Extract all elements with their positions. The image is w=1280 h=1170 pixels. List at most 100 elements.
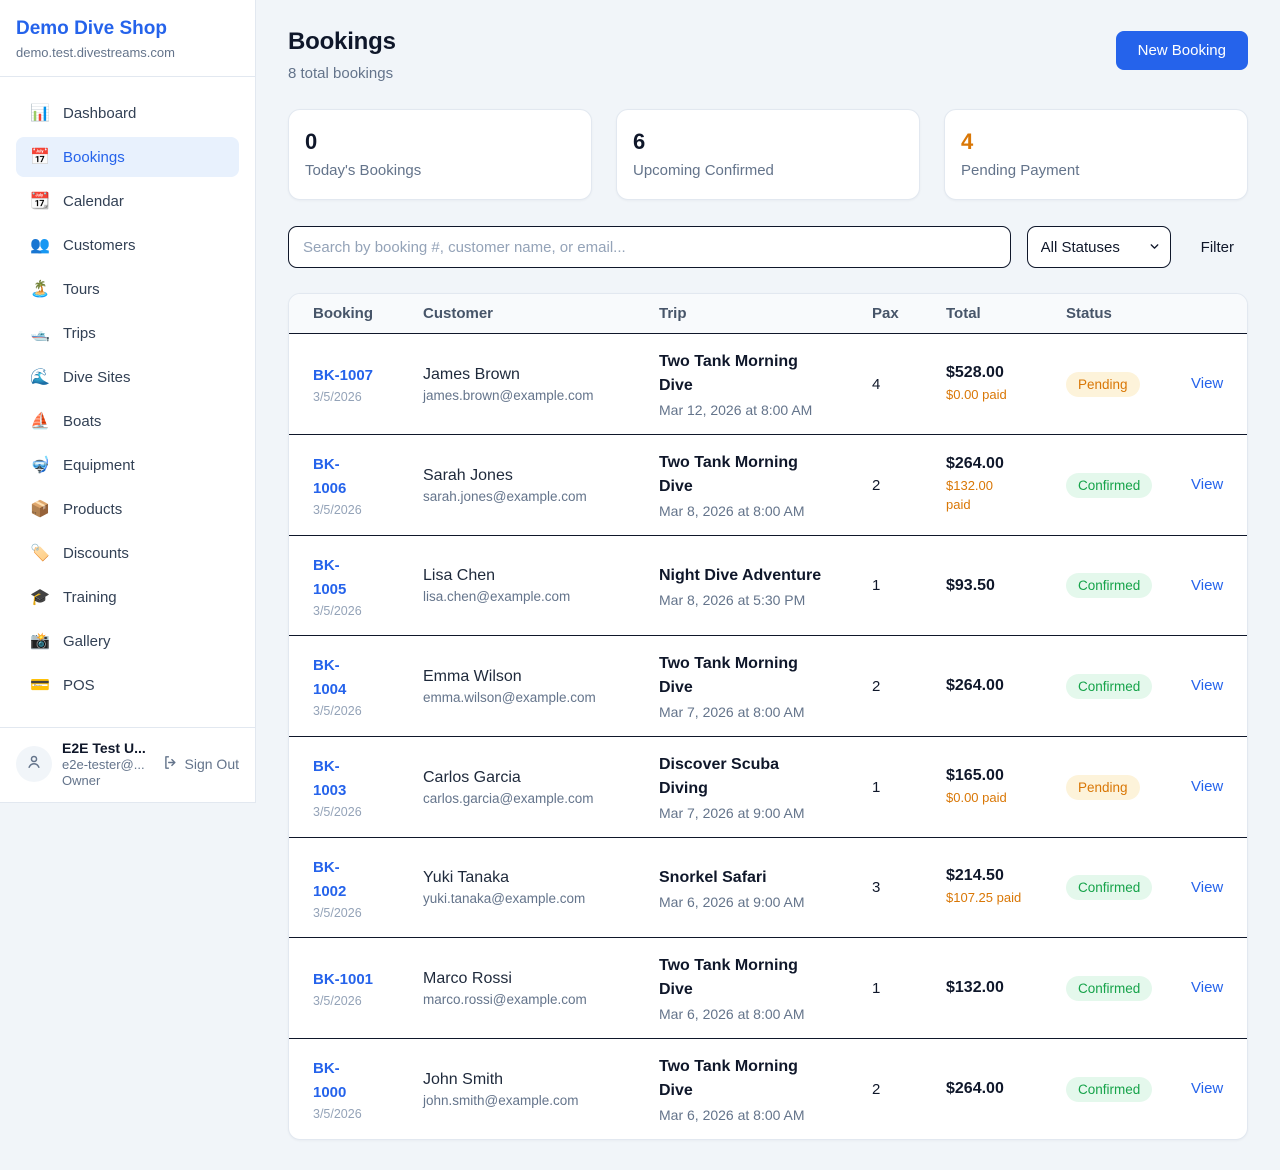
booking-id-link[interactable]: BK- 1006 (313, 456, 346, 497)
booking-id-link[interactable]: BK- 1002 (313, 859, 346, 900)
sidebar-item-customers[interactable]: 👥 Customers (16, 225, 239, 265)
status-filter-select[interactable]: All Statuses (1027, 226, 1171, 268)
column-header-status: Status (1066, 305, 1191, 322)
trip-datetime: Mar 12, 2026 at 8:00 AM (659, 402, 872, 418)
sidebar-item-pos[interactable]: 💳 POS (16, 665, 239, 705)
booking-id-link[interactable]: BK- 1004 (313, 657, 346, 698)
view-booking-link[interactable]: View (1191, 979, 1223, 996)
trip-cell: Discover Scuba Diving Mar 7, 2026 at 9:0… (659, 753, 872, 821)
total-amount: $528.00 (946, 364, 1066, 382)
total-amount: $264.00 (946, 677, 1066, 695)
booking-date: 3/5/2026 (313, 906, 423, 920)
sidebar-item-tours[interactable]: 🏝️ Tours (16, 269, 239, 309)
pos-card-icon: 💳 (30, 675, 50, 695)
customer-name: John Smith (423, 1071, 659, 1089)
view-booking-link[interactable]: View (1191, 879, 1223, 896)
total-cell: $132.00 (946, 979, 1066, 997)
view-booking-link[interactable]: View (1191, 375, 1223, 392)
view-booking-link[interactable]: View (1191, 1080, 1223, 1097)
calendar-icon: 📆 (30, 191, 50, 211)
booking-id-link[interactable]: BK- 1005 (313, 557, 346, 598)
status-cell: Confirmed (1066, 1077, 1191, 1102)
customer-cell: Lisa Chen lisa.chen@example.com (423, 567, 659, 604)
total-cell: $214.50 $107.25 paid (946, 867, 1066, 908)
total-cell: $93.50 (946, 577, 1066, 595)
main-content: Bookings 8 total bookings New Booking 0 … (256, 0, 1280, 1170)
sidebar-item-equipment[interactable]: 🤿 Equipment (16, 445, 239, 485)
table-row: BK- 1000 3/5/2026 John Smith john.smith@… (289, 1039, 1247, 1139)
view-booking-link[interactable]: View (1191, 778, 1223, 795)
pax-count: 3 (872, 879, 946, 896)
user-role: Owner (62, 773, 152, 788)
paid-amount: $107.25 paid (946, 889, 1066, 908)
booking-cell: BK- 1002 3/5/2026 (313, 856, 423, 920)
trip-datetime: Mar 8, 2026 at 8:00 AM (659, 503, 872, 519)
view-booking-link[interactable]: View (1191, 476, 1223, 493)
paid-amount: $0.00 paid (946, 386, 1066, 405)
column-header-pax: Pax (872, 305, 946, 322)
booking-date: 3/5/2026 (313, 704, 423, 718)
customer-cell: Marco Rossi marco.rossi@example.com (423, 970, 659, 1007)
view-booking-link[interactable]: View (1191, 577, 1223, 594)
sidebar-item-label: Dive Sites (63, 369, 131, 386)
booking-id-link[interactable]: BK- 1000 (313, 1060, 346, 1101)
status-badge: Confirmed (1066, 674, 1152, 699)
column-header-total: Total (946, 305, 1066, 322)
trip-name: Discover Scuba Diving (659, 753, 872, 801)
trip-cell: Two Tank Morning Dive Mar 8, 2026 at 8:0… (659, 451, 872, 519)
sidebar-item-training[interactable]: 🎓 Training (16, 577, 239, 617)
pax-count: 1 (872, 577, 946, 594)
total-bookings-count: 8 total bookings (288, 65, 396, 82)
trip-cell: Two Tank Morning Dive Mar 12, 2026 at 8:… (659, 350, 872, 418)
stat-card-todays-bookings: 0 Today's Bookings (288, 109, 592, 200)
search-input[interactable] (288, 226, 1011, 268)
filter-button[interactable]: Filter (1187, 239, 1248, 256)
sidebar-item-dive-sites[interactable]: 🌊 Dive Sites (16, 357, 239, 397)
sidebar-item-label: Trips (63, 325, 96, 342)
stat-card-upcoming-confirmed: 6 Upcoming Confirmed (616, 109, 920, 200)
table-row: BK- 1002 3/5/2026 Yuki Tanaka yuki.tanak… (289, 838, 1247, 938)
sidebar-item-products[interactable]: 📦 Products (16, 489, 239, 529)
trips-boat-icon: 🛥️ (30, 323, 50, 343)
customer-email: john.smith@example.com (423, 1093, 659, 1108)
booking-date: 3/5/2026 (313, 503, 423, 517)
status-badge: Confirmed (1066, 976, 1152, 1001)
booking-date: 3/5/2026 (313, 805, 423, 819)
customer-cell: Yuki Tanaka yuki.tanaka@example.com (423, 869, 659, 906)
pax-count: 2 (872, 477, 946, 494)
pax-count: 2 (872, 1081, 946, 1098)
sidebar-item-label: Equipment (63, 457, 135, 474)
sidebar-item-label: Boats (63, 413, 101, 430)
sidebar-item-trips[interactable]: 🛥️ Trips (16, 313, 239, 353)
trip-cell: Snorkel Safari Mar 6, 2026 at 9:00 AM (659, 866, 872, 910)
sidebar-item-discounts[interactable]: 🏷️ Discounts (16, 533, 239, 573)
sign-out-icon (162, 754, 179, 774)
new-booking-button[interactable]: New Booking (1116, 31, 1248, 70)
sidebar-item-boats[interactable]: ⛵ Boats (16, 401, 239, 441)
sidebar-item-dashboard[interactable]: 📊 Dashboard (16, 93, 239, 133)
customer-name: James Brown (423, 366, 659, 384)
view-booking-link[interactable]: View (1191, 677, 1223, 694)
sidebar-item-bookings[interactable]: 📅 Bookings (16, 137, 239, 177)
total-cell: $264.00 (946, 1080, 1066, 1098)
training-cap-icon: 🎓 (30, 587, 50, 607)
customer-name: Yuki Tanaka (423, 869, 659, 887)
booking-id-link[interactable]: BK- 1003 (313, 758, 346, 799)
sidebar-item-gallery[interactable]: 📸 Gallery (16, 621, 239, 661)
booking-id-link[interactable]: BK-1007 (313, 367, 373, 384)
customer-email: lisa.chen@example.com (423, 589, 659, 604)
sign-out-button[interactable]: Sign Out (162, 754, 239, 774)
bookings-calendar-icon: 📅 (30, 147, 50, 167)
sidebar-item-calendar[interactable]: 📆 Calendar (16, 181, 239, 221)
booking-id-link[interactable]: BK-1001 (313, 971, 373, 988)
trip-datetime: Mar 8, 2026 at 5:30 PM (659, 592, 872, 608)
status-cell: Confirmed (1066, 473, 1191, 498)
status-cell: Confirmed (1066, 674, 1191, 699)
sidebar-item-label: Calendar (63, 193, 124, 210)
column-header-booking: Booking (313, 305, 423, 322)
booking-date: 3/5/2026 (313, 1107, 423, 1121)
status-cell: Pending (1066, 372, 1191, 397)
trip-name: Two Tank Morning Dive (659, 652, 872, 700)
user-icon (25, 753, 43, 776)
trip-name: Two Tank Morning Dive (659, 350, 872, 398)
